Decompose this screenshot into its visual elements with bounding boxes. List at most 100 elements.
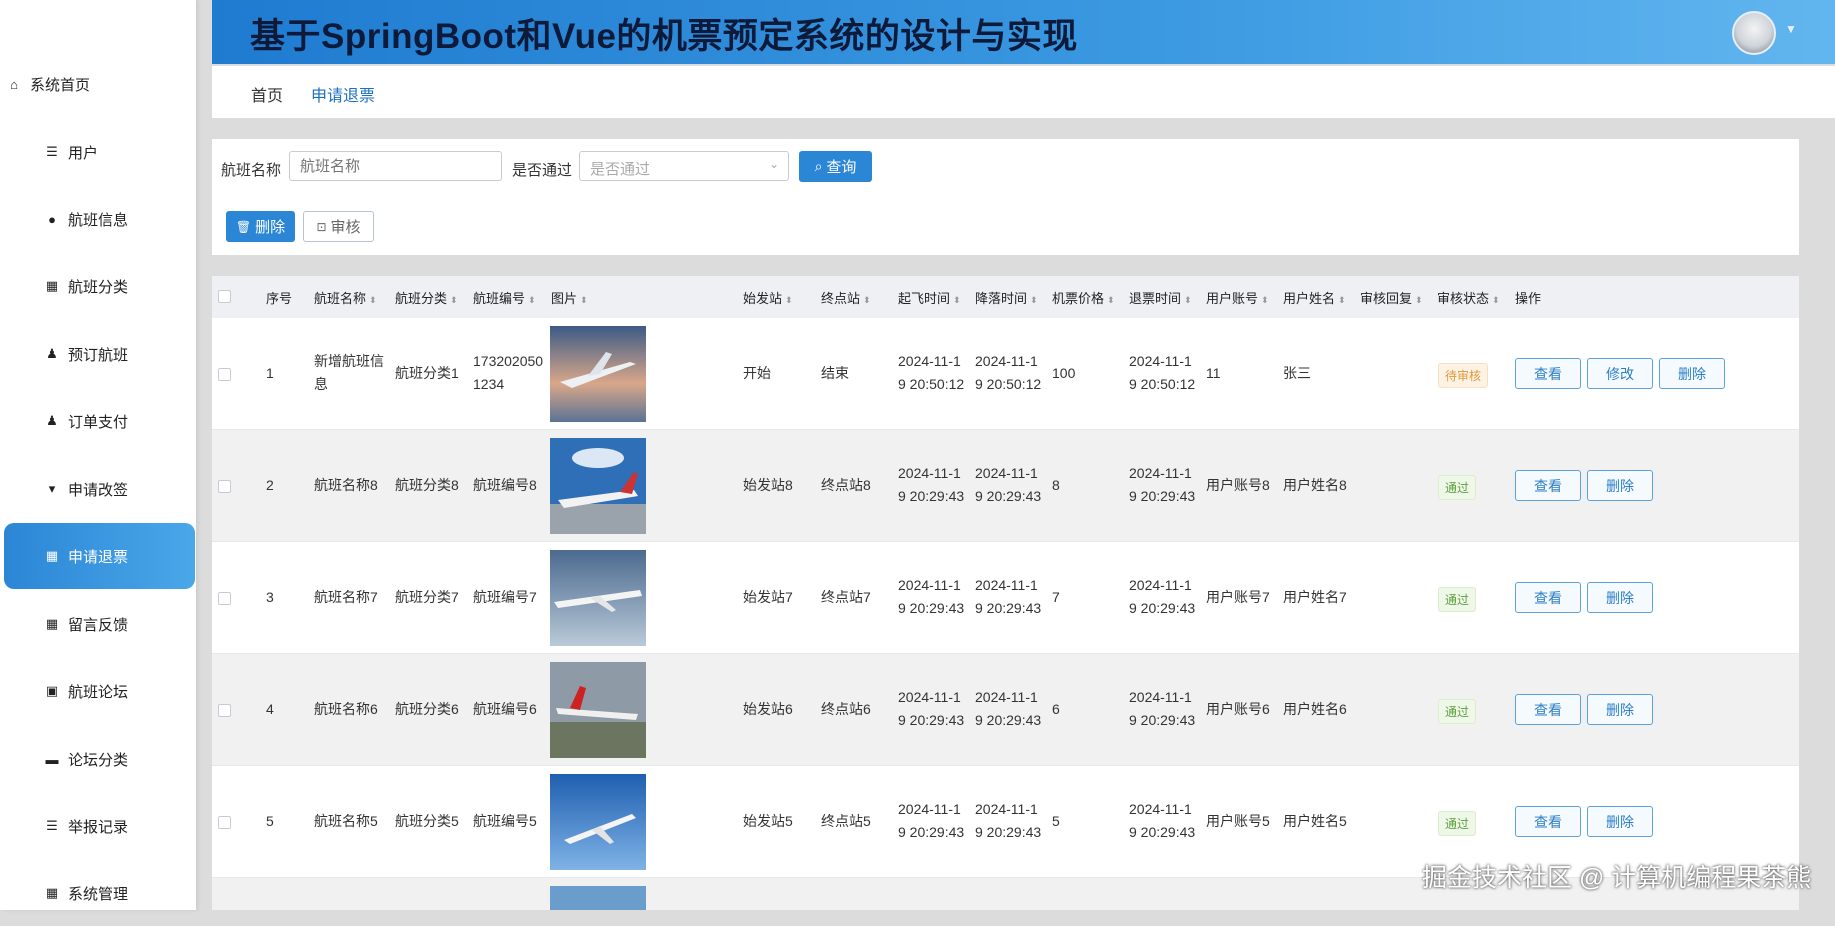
clipboard-icon: ▣ — [45, 683, 59, 698]
cell-dest: 结束 — [821, 365, 849, 381]
sidebar-item-users[interactable]: ☰ 用户 — [4, 119, 195, 185]
chevron-down-icon[interactable]: ▼ — [1785, 22, 1797, 36]
sidebar-item-feedback[interactable]: ▦ 留言反馈 — [4, 591, 195, 657]
sort-icon: ⬍ — [1415, 295, 1423, 305]
breadcrumb-home[interactable]: 首页 — [251, 82, 283, 106]
col-account-label: 用户账号 — [1206, 291, 1259, 306]
sidebar-item-label: 预订航班 — [68, 346, 129, 364]
edit-button[interactable]: 修改 — [1587, 358, 1653, 389]
col-refund-time[interactable]: 退票时间 ⬍ — [1129, 288, 1192, 307]
delete-button[interactable]: 删除 — [1659, 358, 1725, 389]
sidebar-item-book-flight[interactable]: ♟ 预订航班 — [4, 321, 195, 387]
view-button[interactable]: 查看 — [1515, 358, 1581, 389]
row-checkbox[interactable] — [218, 480, 231, 493]
row-checkbox[interactable] — [218, 368, 231, 381]
col-flight-name-label: 航班名称 — [314, 291, 367, 306]
cell-user-name: 用户姓名5 — [1283, 813, 1347, 829]
review-button[interactable]: ⊡ 审核 — [303, 211, 374, 242]
sort-icon: ⬍ — [369, 295, 377, 305]
sidebar-item-label: 申请改签 — [68, 481, 129, 499]
flight-image — [550, 886, 646, 910]
col-arrive[interactable]: 降落时间 ⬍ — [975, 288, 1038, 307]
row-checkbox[interactable] — [218, 704, 231, 717]
cell-flight-name: 航班名称8 — [314, 477, 378, 493]
flight-image — [550, 550, 646, 646]
col-reply[interactable]: 审核回复 ⬍ — [1360, 288, 1423, 307]
delete-button[interactable]: 删除 — [1587, 582, 1653, 613]
cell-flight-name: 航班名称7 — [314, 589, 378, 605]
sort-icon: ⬍ — [528, 295, 536, 305]
row-checkbox[interactable] — [218, 816, 231, 829]
status-badge: 待审核 — [1438, 363, 1489, 388]
col-category-label: 航班分类 — [395, 291, 448, 306]
flight-name-input[interactable] — [289, 151, 502, 181]
col-flight-name[interactable]: 航班名称 ⬍ — [314, 288, 377, 307]
view-button[interactable]: 查看 — [1515, 582, 1581, 613]
cell-number: 航班编号5 — [473, 813, 537, 829]
view-button[interactable]: 查看 — [1515, 694, 1581, 725]
pass-select[interactable]: 是否通过 ⌄ — [579, 151, 789, 181]
col-number[interactable]: 航班编号 ⬍ — [473, 288, 536, 307]
sort-icon: ⬍ — [450, 295, 458, 305]
col-price[interactable]: 机票价格 ⬍ — [1052, 288, 1115, 307]
chevron-down-icon: ⌄ — [768, 157, 779, 171]
view-button[interactable]: 查看 — [1515, 806, 1581, 837]
review-button-label: 审核 — [330, 219, 361, 236]
delete-button[interactable]: 删除 — [1587, 806, 1653, 837]
cell-flight-name: 航班名称6 — [314, 701, 378, 717]
sidebar-item-home[interactable]: ⌂ 系统首页 — [4, 51, 195, 117]
sidebar-item-change-request[interactable]: ▾ 申请改签 — [4, 456, 195, 522]
flight-image — [550, 438, 646, 534]
delete-button[interactable]: 删除 — [1587, 470, 1653, 501]
sidebar-item-forum[interactable]: ▣ 航班论坛 — [4, 658, 195, 724]
sidebar-item-refund-request[interactable]: ▦ 申请退票 — [4, 523, 195, 589]
sidebar-item-flight-category[interactable]: ▦ 航班分类 — [4, 253, 195, 319]
delete-button[interactable]: 删除 — [1587, 694, 1653, 725]
list-icon: ☰ — [46, 144, 58, 159]
sidebar-item-forum-category[interactable]: ▬ 论坛分类 — [4, 726, 195, 792]
cell-flight-name: 新增航班信息 — [314, 353, 384, 392]
cell-refund-time: 2024-11-1 9 20:50:12 — [1129, 353, 1196, 392]
select-all-checkbox[interactable] — [218, 290, 231, 303]
col-status[interactable]: 审核状态 ⬍ — [1437, 288, 1500, 307]
col-category[interactable]: 航班分类 ⬍ — [395, 288, 458, 307]
cell-user-name: 用户姓名8 — [1283, 477, 1347, 493]
sidebar-item-order-payment[interactable]: ♟ 订单支付 — [4, 388, 195, 454]
cell-depart: 2024-11-1 9 20:29:43 — [898, 801, 965, 840]
refund-table: 序号 航班名称 ⬍ 航班分类 ⬍ 航班编号 ⬍ 图片 ⬍ 始发站 ⬍ 终点站 ⬍ 起飞时间 ⬍… — [212, 276, 1799, 910]
col-depart[interactable]: 起飞时间 ⬍ — [898, 288, 961, 307]
col-origin[interactable]: 始发站 ⬍ — [743, 288, 793, 307]
sidebar-item-reports[interactable]: ☰ 举报记录 — [4, 793, 195, 859]
breadcrumb-current[interactable]: 申请退票 — [311, 82, 375, 106]
query-button[interactable]: ⌕ 查询 — [799, 151, 872, 182]
sidebar-item-flight-info[interactable]: ● 航班信息 — [4, 186, 195, 252]
bulk-delete-button[interactable]: 🗑 删除 — [226, 211, 295, 242]
sidebar-item-label: 航班信息 — [68, 211, 129, 229]
app-title: 基于SpringBoot和Vue的机票预定系统的设计与实现 — [250, 17, 1078, 56]
monitor-icon: ▬ — [45, 751, 59, 767]
cell-depart: 2024-11-1 9 20:29:43 — [898, 577, 965, 616]
col-depart-label: 起飞时间 — [898, 291, 951, 306]
col-dest-label: 终点站 — [821, 291, 861, 306]
cell-dest: 终点站5 — [821, 813, 871, 829]
cell-flight-name: 航班名称5 — [314, 813, 378, 829]
sidebar-item-label: 留言反馈 — [68, 616, 129, 634]
cell-number: 航班编号8 — [473, 477, 537, 493]
sort-icon: ⬍ — [953, 295, 961, 305]
cell-dest: 终点站6 — [821, 701, 871, 717]
cell-refund-time: 2024-11-1 9 20:29:43 — [1129, 465, 1196, 504]
status-badge: 通过 — [1438, 699, 1477, 724]
cell-account: 11 — [1206, 365, 1221, 381]
row-checkbox[interactable] — [218, 592, 231, 605]
col-image[interactable]: 图片 ⬍ — [551, 288, 588, 307]
col-account[interactable]: 用户账号 ⬍ — [1206, 288, 1269, 307]
view-button[interactable]: 查看 — [1515, 470, 1581, 501]
trash-icon: 🗑 — [235, 219, 252, 234]
delete-button-label: 删除 — [255, 219, 286, 236]
sort-icon: ⬍ — [1338, 295, 1346, 305]
avatar[interactable] — [1732, 11, 1776, 55]
cell-user-name: 用户姓名7 — [1283, 589, 1347, 605]
col-dest[interactable]: 终点站 ⬍ — [821, 288, 871, 307]
col-user-name[interactable]: 用户姓名 ⬍ — [1283, 288, 1346, 307]
sidebar-item-system[interactable]: ▦ 系统管理 — [4, 860, 195, 926]
